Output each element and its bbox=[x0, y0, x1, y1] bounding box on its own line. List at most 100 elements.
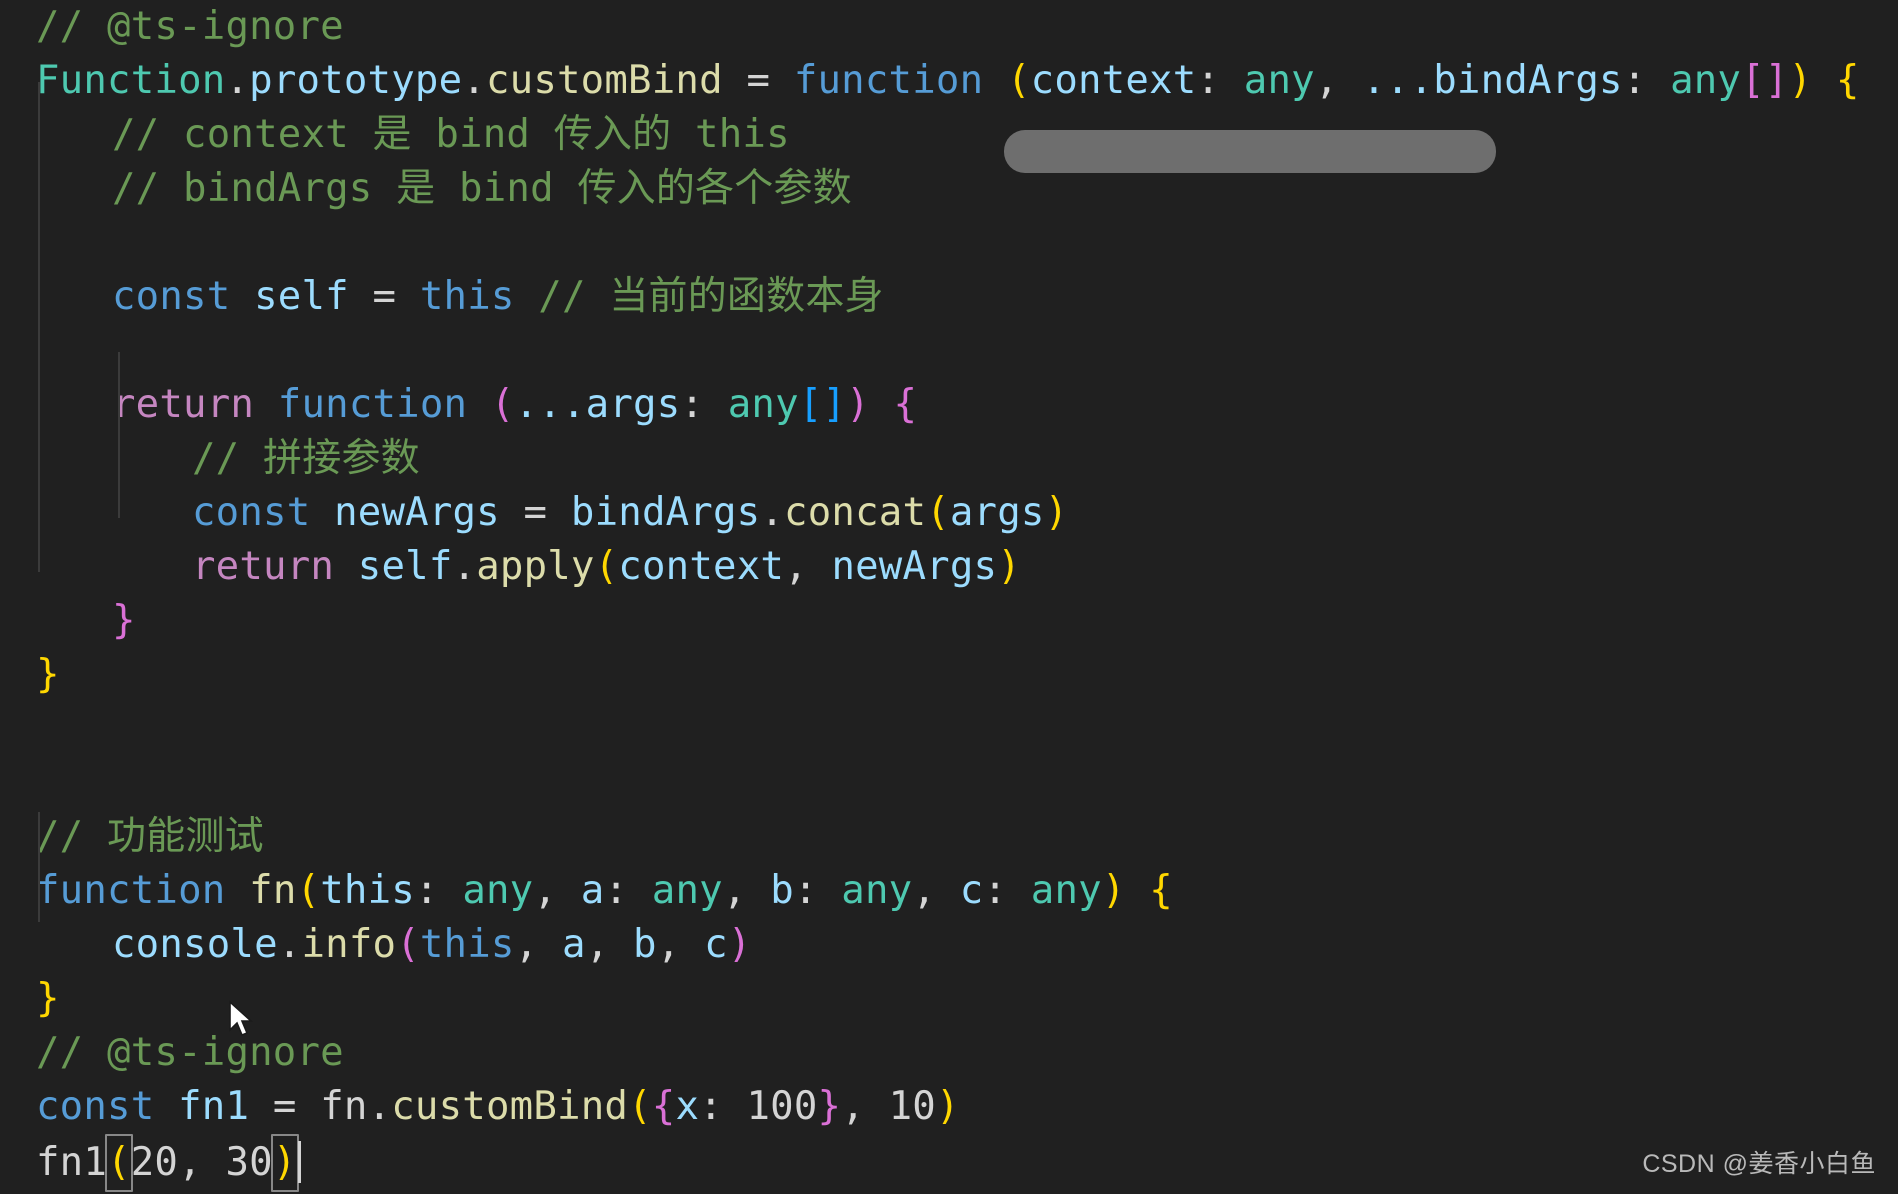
identifier-prototype: prototype bbox=[249, 58, 463, 103]
comment-token: // bindArgs 是 bind 传入的各个参数 bbox=[112, 166, 852, 211]
comma: , bbox=[841, 1084, 889, 1129]
colon: : bbox=[1196, 58, 1244, 103]
comma: , bbox=[784, 544, 832, 589]
paren-open: ( bbox=[296, 868, 321, 913]
text-caret bbox=[297, 1141, 301, 1183]
dot: . bbox=[225, 58, 250, 103]
type-any: any bbox=[462, 868, 534, 913]
keyword-function: function bbox=[277, 382, 468, 427]
paren-close: ) bbox=[997, 544, 1021, 589]
keyword-function: function bbox=[36, 868, 226, 913]
identifier-console: console bbox=[112, 922, 278, 967]
code-line-12[interactable]: } bbox=[0, 594, 1898, 648]
operator-equals: = bbox=[722, 58, 794, 103]
comment-token: // @ts-ignore bbox=[36, 1030, 344, 1075]
comment-token: // 拼接参数 bbox=[192, 436, 420, 481]
dot: . bbox=[452, 544, 477, 589]
comma: , bbox=[533, 868, 581, 913]
code-line-2[interactable]: Function.prototype.customBind = function… bbox=[0, 54, 1898, 108]
param-this: this bbox=[320, 868, 415, 913]
code-line-8[interactable]: return function (...args: any[]) { bbox=[0, 378, 1898, 432]
code-line-21[interactable]: const fn1 = fn.customBind({x: 100}, 10) bbox=[0, 1080, 1898, 1134]
brace-close: } bbox=[817, 1084, 842, 1129]
code-line-14-blank[interactable] bbox=[0, 702, 1898, 756]
arg-context: context bbox=[618, 544, 785, 589]
paren-close: ) bbox=[727, 922, 752, 967]
code-line-22[interactable]: fn1(20, 30) bbox=[0, 1134, 1898, 1192]
type-any: any bbox=[1030, 868, 1102, 913]
paren-open: ( bbox=[628, 1084, 652, 1129]
operator-equals: = bbox=[348, 274, 420, 319]
comment-token: // @ts-ignore bbox=[36, 4, 344, 49]
dot: . bbox=[367, 1084, 392, 1129]
paren-close: ) bbox=[935, 1084, 960, 1129]
paren-open: ( bbox=[107, 1140, 131, 1185]
comment-token: // 当前的函数本身 bbox=[538, 274, 884, 319]
code-line-1[interactable]: // @ts-ignore bbox=[0, 0, 1898, 54]
paren-close: ) bbox=[1044, 490, 1069, 535]
code-line-10[interactable]: const newArgs = bindArgs.concat(args) bbox=[0, 486, 1898, 540]
type-any: any bbox=[1670, 58, 1742, 103]
code-line-17[interactable]: function fn(this: any, a: any, b: any, c… bbox=[0, 864, 1898, 918]
code-editor-screen: // @ts-ignore Function.prototype.customB… bbox=[0, 0, 1898, 1194]
colon: : bbox=[699, 1084, 747, 1129]
code-line-6[interactable]: const self = this // 当前的函数本身 bbox=[0, 270, 1898, 324]
paren-close: ) bbox=[846, 382, 870, 427]
array-brackets: [] bbox=[1741, 58, 1789, 103]
code-content[interactable]: // @ts-ignore Function.prototype.customB… bbox=[0, 0, 1898, 1192]
paren-close: ) bbox=[1101, 868, 1126, 913]
code-line-5-blank[interactable] bbox=[0, 216, 1898, 270]
code-line-3[interactable]: // context 是 bind 传入的 this bbox=[0, 108, 1898, 162]
comment-token: // 功能测试 bbox=[36, 814, 264, 859]
code-line-20[interactable]: // @ts-ignore bbox=[0, 1026, 1898, 1080]
mouse-pointer-icon bbox=[229, 1000, 254, 1037]
paren-close: ) bbox=[1788, 58, 1813, 103]
colon: : bbox=[983, 868, 1031, 913]
comma: , bbox=[585, 922, 634, 967]
keyword-const: const bbox=[112, 274, 231, 319]
identifier-fn1: fn1 bbox=[178, 1084, 250, 1129]
dot: . bbox=[462, 58, 486, 103]
paren-close: ) bbox=[272, 1140, 297, 1185]
arg-newArgs: newArgs bbox=[831, 544, 998, 589]
colon: : bbox=[1622, 58, 1671, 103]
identifier-fn1: fn1 bbox=[36, 1140, 108, 1185]
indent-guide-level-1 bbox=[38, 82, 40, 572]
code-line-13[interactable]: } bbox=[0, 648, 1898, 702]
method-apply: apply bbox=[476, 544, 595, 589]
code-line-15-blank[interactable] bbox=[0, 756, 1898, 810]
type-any: any bbox=[841, 868, 913, 913]
code-line-9[interactable]: // 拼接参数 bbox=[0, 432, 1898, 486]
code-line-18[interactable]: console.info(this, a, b, c) bbox=[0, 918, 1898, 972]
comma: , bbox=[1314, 58, 1363, 103]
arg-c: c bbox=[704, 922, 728, 967]
paren-open: ( bbox=[1006, 58, 1031, 103]
object-key-x: x bbox=[675, 1084, 700, 1129]
brace-close: } bbox=[36, 976, 60, 1021]
param-context: context bbox=[1030, 58, 1197, 103]
code-line-11[interactable]: return self.apply(context, newArgs) bbox=[0, 540, 1898, 594]
array-brackets: [] bbox=[798, 382, 847, 427]
comma: , bbox=[722, 868, 771, 913]
param-c: c bbox=[959, 868, 984, 913]
code-line-4[interactable]: // bindArgs 是 bind 传入的各个参数 bbox=[0, 162, 1898, 216]
param-bindArgs: ...bindArgs bbox=[1362, 58, 1623, 103]
operator-equals: = bbox=[499, 490, 571, 535]
keyword-return: return bbox=[112, 382, 255, 427]
code-line-16[interactable]: // 功能测试 bbox=[0, 810, 1898, 864]
code-line-19[interactable]: } bbox=[0, 972, 1898, 1026]
keyword-const: const bbox=[192, 490, 311, 535]
type-any: any bbox=[727, 382, 799, 427]
code-line-7-blank[interactable] bbox=[0, 324, 1898, 378]
comma: , bbox=[912, 868, 960, 913]
indent-guide-function-body bbox=[38, 812, 40, 922]
brace-open: { bbox=[1835, 58, 1860, 103]
comma: , bbox=[514, 922, 562, 967]
arg-b: b bbox=[633, 922, 657, 967]
keyword-this: this bbox=[419, 274, 515, 319]
